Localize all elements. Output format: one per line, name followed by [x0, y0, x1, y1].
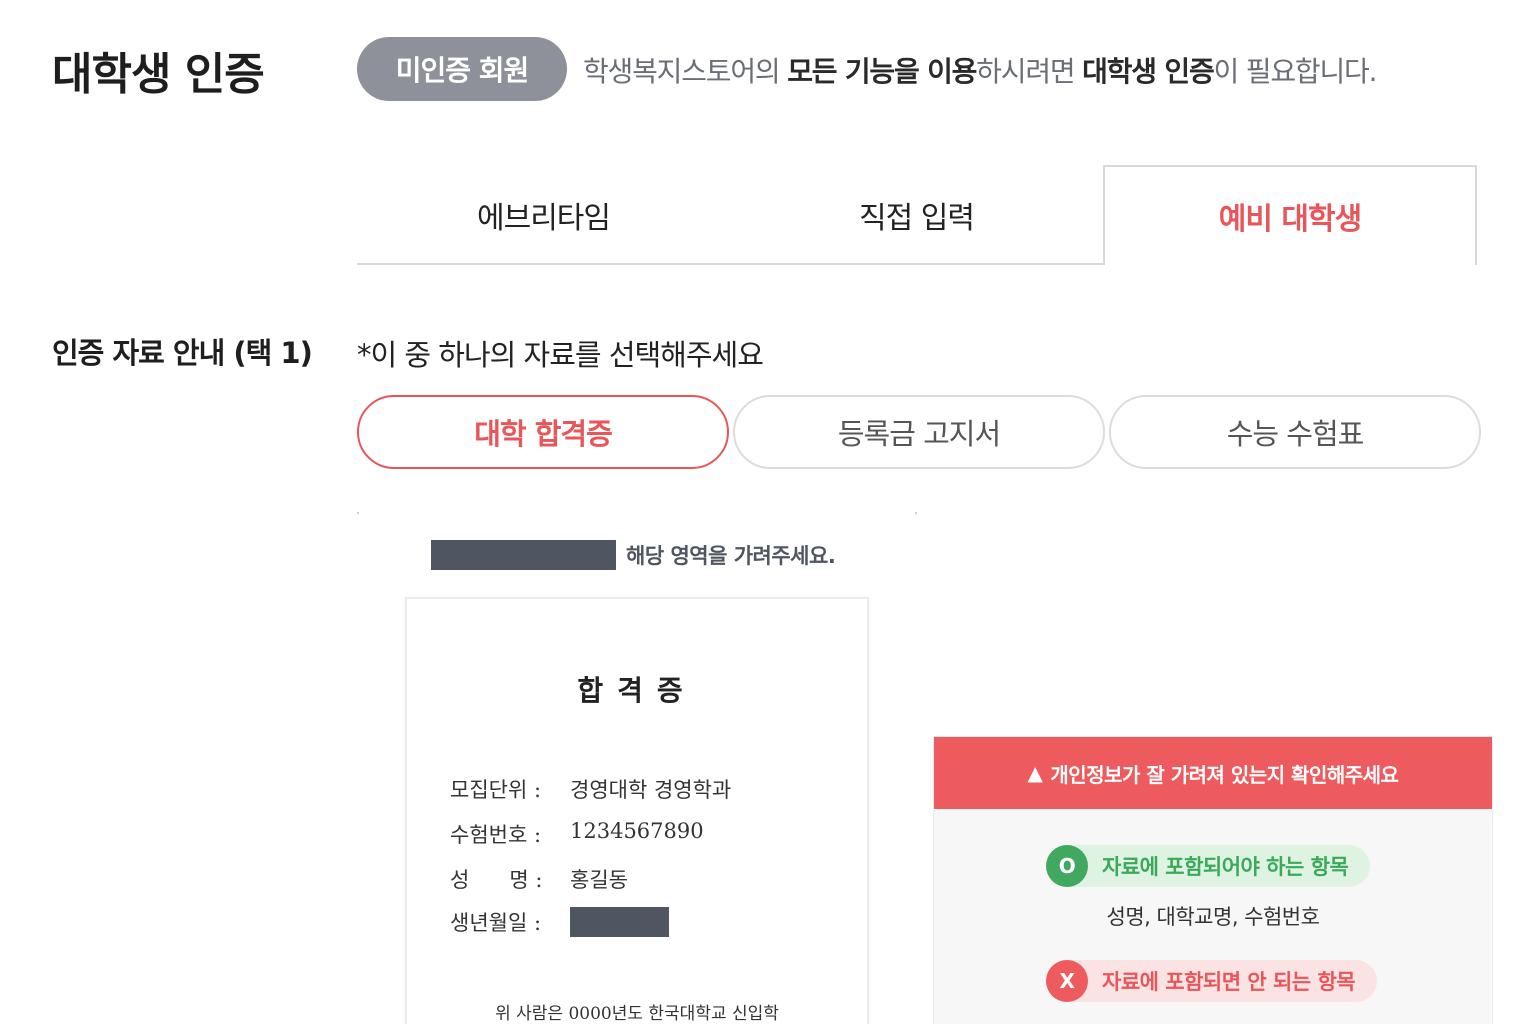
required-items-pill: O 자료에 포함되어야 하는 항목: [1046, 845, 1371, 887]
warning-icon: ▲: [1027, 761, 1043, 785]
notice-text-3: 이 필요합니다.: [1213, 55, 1378, 88]
sample-row-key: 수험번호 :: [450, 823, 542, 847]
status-badge: 미인증 회원: [357, 37, 567, 101]
masked-birthdate: [570, 907, 669, 937]
page: 대학생 인증 미인증 회원 학생복지스토어의 모든 기능을 이용하시려면 대학생…: [0, 0, 1538, 1024]
cross-x-icon: X: [1046, 960, 1088, 1002]
notice-bold-2: 대학생 인증: [1082, 55, 1215, 88]
sample-row-value: 1234567890: [570, 819, 704, 843]
warning-header: ▲ 개인정보가 잘 가려져 있는지 확인해주세요: [934, 737, 1492, 809]
notice-text-2: 하시려면: [976, 55, 1083, 88]
privacy-warning-panel: ▲ 개인정보가 잘 가려져 있는지 확인해주세요 O 자료에 포함되어야 하는 …: [933, 736, 1493, 1024]
sample-row: 생년월일 :: [450, 907, 669, 937]
divider-dot: [915, 512, 917, 514]
required-items-label: 자료에 포함되어야 하는 항목: [1102, 855, 1349, 879]
mask-swatch: [431, 540, 616, 570]
option-acceptance-letter[interactable]: 대학 합격증: [357, 395, 729, 469]
sample-row: 수험번호 : 1234567890: [450, 819, 704, 849]
sample-row-key: 성 명 :: [450, 868, 543, 892]
verification-notice: 학생복지스토어의 모든 기능을 이용하시려면 대학생 인증이 필요합니다.: [583, 50, 1378, 90]
verification-tabs: 에브리타임 직접 입력 예비 대학생: [357, 165, 1477, 265]
document-options: 대학 합격증 등록금 고지서 수능 수험표: [357, 395, 1481, 469]
tab-everytime[interactable]: 에브리타임: [357, 165, 730, 265]
check-o-icon: O: [1046, 845, 1088, 887]
sample-footer: 위 사람은 0000년도 한국대학교 신입학: [495, 1004, 779, 1024]
section-hint: *이 중 하나의 자료를 선택해주세요: [357, 338, 764, 372]
sample-row: 모집단위 : 경영대학 경영학과: [450, 774, 731, 804]
notice-text-1: 학생복지스토어의: [583, 55, 788, 88]
required-items-list: 성명, 대학교명, 수험번호: [1106, 905, 1320, 929]
sample-title: 합격증: [577, 674, 697, 707]
sample-document: 합격증 모집단위 : 경영대학 경영학과 수험번호 : 1234567890 성…: [405, 597, 869, 1024]
sample-row-key: 모집단위 :: [450, 778, 542, 802]
forbidden-items-label: 자료에 포함되면 안 되는 항목: [1102, 970, 1356, 994]
sample-row-value: 홍길동: [570, 868, 628, 892]
mask-legend-text: 해당 영역을 가려주세요.: [626, 544, 836, 568]
tab-prospective-student[interactable]: 예비 대학생: [1103, 165, 1477, 265]
sample-row-key: 생년월일 :: [450, 911, 542, 935]
sample-row: 성 명 : 홍길동: [450, 864, 628, 894]
mask-legend: 해당 영역을 가려주세요.: [431, 540, 836, 570]
tab-manual-input[interactable]: 직접 입력: [730, 165, 1103, 265]
divider-dot: [357, 512, 359, 514]
option-tuition-bill[interactable]: 등록금 고지서: [733, 395, 1105, 469]
option-exam-ticket[interactable]: 수능 수험표: [1109, 395, 1481, 469]
forbidden-items-pill: X 자료에 포함되면 안 되는 항목: [1046, 960, 1378, 1002]
notice-bold-1: 모든 기능을 이용: [787, 55, 977, 88]
warning-title: 개인정보가 잘 가려져 있는지 확인해주세요: [1050, 762, 1399, 787]
sample-row-value: 경영대학 경영학과: [570, 778, 732, 802]
section-label: 인증 자료 안내 (택 1): [52, 336, 313, 370]
page-title: 대학생 인증: [52, 49, 265, 100]
